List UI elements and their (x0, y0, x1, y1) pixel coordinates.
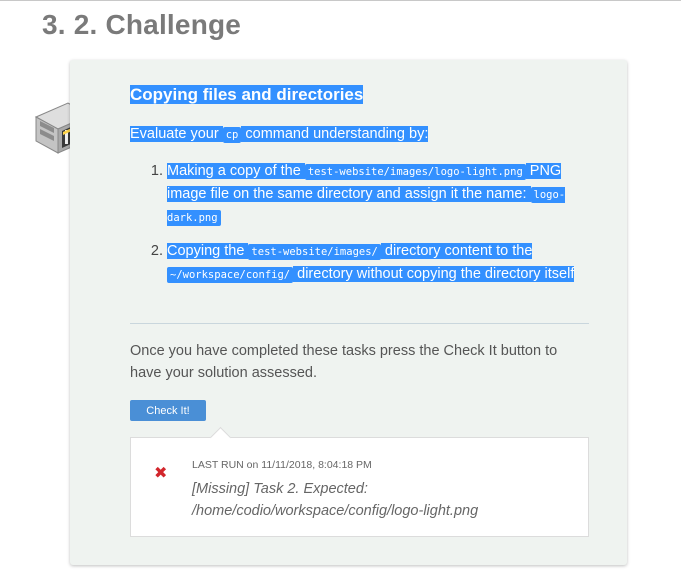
x-mark-icon: ✖ (154, 465, 168, 482)
last-run-info: Last run on 11/11/2018, 8:04:18 PM (192, 459, 372, 471)
task-1-code-1: test-website/images/logo-light.png (304, 164, 526, 180)
task-2-text-3: directory without copying the directory … (293, 266, 575, 282)
result-message: [Missing] Task 2. Expected: /home/codio/… (192, 481, 479, 519)
task-2-code-1: test-website/images/ (248, 244, 381, 260)
check-it-button[interactable]: Check It! (130, 400, 206, 421)
task-2-text-2: directory content to the (380, 243, 533, 259)
result-panel: ✖ Last run on 11/11/2018, 8:04:18 PM [Mi… (130, 426, 589, 537)
challenge-title-text: Copying files and directories (130, 85, 364, 104)
intro-code: cp (222, 127, 242, 143)
challenge-title: Copying files and directories (130, 84, 364, 106)
task-2-code-2: ~/workspace/config/ (167, 267, 294, 283)
challenge-intro: Evaluate your cp command understanding b… (130, 124, 429, 146)
last-run-label: Last run (192, 459, 244, 471)
task-2-text-1: Copying the (167, 243, 249, 259)
challenge-card: Copying files and directories Evaluate y… (70, 60, 627, 565)
result-caret (209, 426, 232, 449)
task-1-text-1: Making a copy of the (167, 163, 305, 179)
task-item-2: Copying the test-website/images/ directo… (167, 240, 600, 286)
section-divider (130, 323, 589, 324)
instruction-text: Once you have completed these tasks pres… (130, 343, 558, 381)
task-list: Making a copy of the test-website/images… (130, 160, 600, 297)
page-title: 3. 2. Challenge (42, 9, 242, 40)
intro-suffix: command understanding by: (241, 126, 429, 142)
top-divider (0, 0, 681, 1)
intro-prefix: Evaluate your (130, 126, 223, 142)
task-item-1: Making a copy of the test-website/images… (167, 160, 600, 229)
last-run-timestamp: on 11/11/2018, 8:04:18 PM (243, 459, 372, 471)
